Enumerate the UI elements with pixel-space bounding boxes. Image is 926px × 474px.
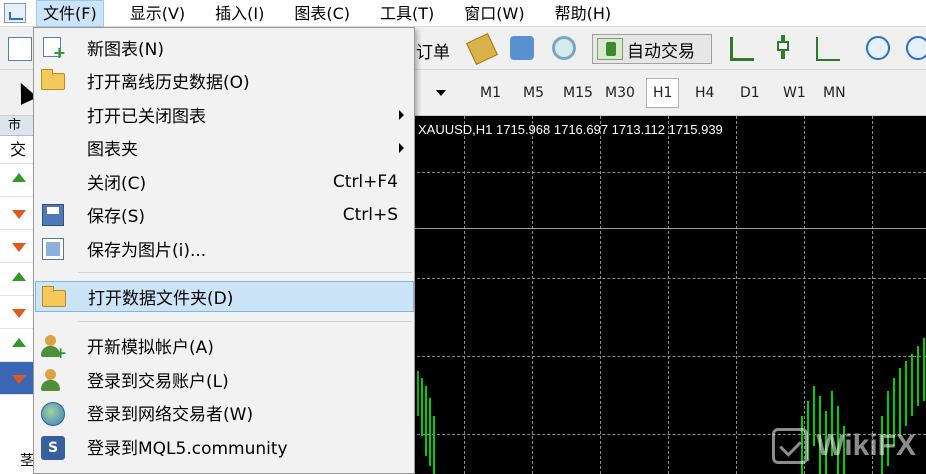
market-watch-panel: 市 交 茎: [0, 116, 36, 474]
down-arrow-icon: [12, 375, 26, 384]
menu-item-label: 打开已关闭图表: [87, 107, 206, 127]
menu-item-close[interactable]: 关闭(C) Ctrl+F4: [35, 166, 414, 197]
globe-icon: [41, 402, 65, 426]
market-watch-icon[interactable]: [466, 33, 498, 65]
menu-item-label: 关闭(C): [87, 174, 147, 194]
menu-tools[interactable]: 工具(T): [376, 0, 438, 27]
menu-item-save[interactable]: 保存(S) Ctrl+S: [35, 199, 414, 230]
panel-tab-label[interactable]: 茎: [20, 450, 34, 470]
menu-item-label: 保存(S): [87, 207, 146, 227]
menu-item-label: 登录到网络交易者(W): [87, 405, 254, 425]
menu-item-open-data-folder[interactable]: 打开数据文件夹(D): [35, 281, 414, 312]
app-chart-icon[interactable]: [4, 3, 26, 23]
down-arrow-icon: [12, 309, 26, 318]
menu-item-label: 新图表(N): [87, 40, 164, 60]
auto-trading-button[interactable]: 自动交易: [592, 34, 712, 64]
watermark-text: WikiFX: [816, 429, 916, 462]
timeframe-m5[interactable]: M5: [523, 80, 544, 106]
up-arrow-icon: [12, 272, 26, 281]
symbol-row[interactable]: [0, 329, 35, 362]
menu-item-label: 图表夹: [87, 140, 138, 160]
submenu-arrow-icon: [399, 109, 404, 120]
menu-item-save-as-picture[interactable]: 保存为图片(i)...: [35, 233, 414, 264]
symbol-row[interactable]: [0, 296, 35, 329]
menu-window[interactable]: 窗口(W): [460, 0, 528, 27]
zoom-in-icon[interactable]: [866, 36, 890, 60]
symbol-row[interactable]: [0, 197, 35, 230]
down-arrow-icon: [12, 243, 26, 252]
menu-item-profiles[interactable]: 图表夹: [35, 132, 414, 163]
watermark: WikiFX: [772, 428, 916, 464]
chart-symbol-title: XAUUSD,H1 1715.968 1716.697 1713.112 171…: [418, 122, 723, 137]
symbol-row[interactable]: [0, 230, 35, 263]
menu-shortcut: Ctrl+S: [342, 204, 398, 225]
save-image-icon: [42, 238, 64, 260]
menu-file[interactable]: 文件(F): [36, 0, 104, 27]
tools-dropdown-icon[interactable]: [418, 84, 446, 102]
floppy-disk-icon: [42, 204, 64, 226]
symbol-row[interactable]: [0, 164, 35, 197]
timeframe-mn[interactable]: MN: [823, 80, 846, 106]
market-watch-header: 市: [0, 116, 35, 136]
down-arrow-icon: [12, 210, 26, 219]
file-menu-dropdown: 新图表(N) 打开离线历史数据(O) 打开已关闭图表 图表夹 关闭(C) Ctr…: [33, 27, 415, 474]
timeframe-w1[interactable]: W1: [783, 80, 806, 106]
menu-charts[interactable]: 图表(C): [290, 0, 354, 27]
menu-item-label: 登录到交易账户(L): [87, 372, 229, 392]
menu-item-new-chart[interactable]: 新图表(N): [35, 32, 414, 63]
new-chart-tool-icon[interactable]: [8, 37, 32, 61]
auto-trading-icon: [597, 38, 623, 60]
timeframe-h4[interactable]: H4: [695, 80, 714, 106]
menu-item-open-closed-chart[interactable]: 打开已关闭图表: [35, 99, 414, 130]
symbol-row[interactable]: [0, 263, 35, 296]
menu-item-open-offline[interactable]: 打开离线历史数据(O): [35, 65, 414, 96]
menu-bar: 文件(F) 显示(V) 插入(I) 图表(C) 工具(T) 窗口(W) 帮助(H…: [0, 0, 926, 27]
folder-icon: [42, 286, 66, 307]
new-order-label[interactable]: 订单: [416, 38, 450, 63]
new-chart-icon: [43, 37, 66, 62]
menu-item-label: 登录到MQL5.community: [87, 439, 288, 459]
candles: [417, 338, 925, 474]
menu-separator: [78, 321, 412, 322]
menu-item-login-web-trader[interactable]: 登录到网络交易者(W): [35, 397, 414, 428]
menu-item-open-demo-account[interactable]: + 开新模拟帐户(A): [35, 330, 414, 361]
timeframe-d1[interactable]: D1: [740, 80, 760, 106]
price-chart[interactable]: XAUUSD,H1 1715.968 1716.697 1713.112 171…: [412, 116, 926, 474]
submenu-arrow-icon: [399, 142, 404, 153]
user-login-icon: [41, 369, 67, 393]
menu-item-label: 打开数据文件夹(D): [88, 289, 234, 309]
menu-item-label: 保存为图片(i)...: [87, 241, 207, 261]
auto-trading-label: 自动交易: [627, 41, 695, 62]
timeframe-m30[interactable]: M30: [605, 80, 635, 106]
up-arrow-icon: [12, 338, 26, 347]
line-chart-icon[interactable]: [816, 37, 840, 61]
signal-icon[interactable]: [552, 36, 576, 60]
menu-help[interactable]: 帮助(H): [551, 0, 616, 27]
mql5-icon: S: [41, 436, 65, 460]
up-arrow-icon: [12, 173, 26, 182]
symbol-row-selected[interactable]: [0, 362, 35, 395]
wikifx-logo-icon: [772, 428, 809, 464]
zoom-out-icon[interactable]: [906, 36, 926, 60]
symbol-column-header[interactable]: 交: [0, 136, 35, 164]
folder-open-icon: [41, 69, 65, 90]
terminal-icon[interactable]: [510, 36, 534, 60]
timeframe-h1[interactable]: H1: [646, 78, 680, 108]
menu-separator: [78, 272, 412, 273]
timeframe-m1[interactable]: M1: [480, 80, 501, 106]
bar-chart-icon[interactable]: [730, 37, 754, 61]
add-user-icon: +: [41, 335, 67, 361]
menu-item-label: 开新模拟帐户(A): [87, 338, 214, 358]
candlestick-icon[interactable]: [772, 35, 796, 59]
menu-item-login-mql5[interactable]: S 登录到MQL5.community: [35, 431, 414, 462]
timeframe-m15[interactable]: M15: [563, 80, 593, 106]
menu-view[interactable]: 显示(V): [126, 0, 189, 27]
menu-shortcut: Ctrl+F4: [332, 171, 398, 192]
menu-item-label: 打开离线历史数据(O): [87, 73, 250, 93]
menu-insert[interactable]: 插入(I): [211, 0, 268, 27]
menu-item-login-trade-account[interactable]: 登录到交易账户(L): [35, 364, 414, 395]
